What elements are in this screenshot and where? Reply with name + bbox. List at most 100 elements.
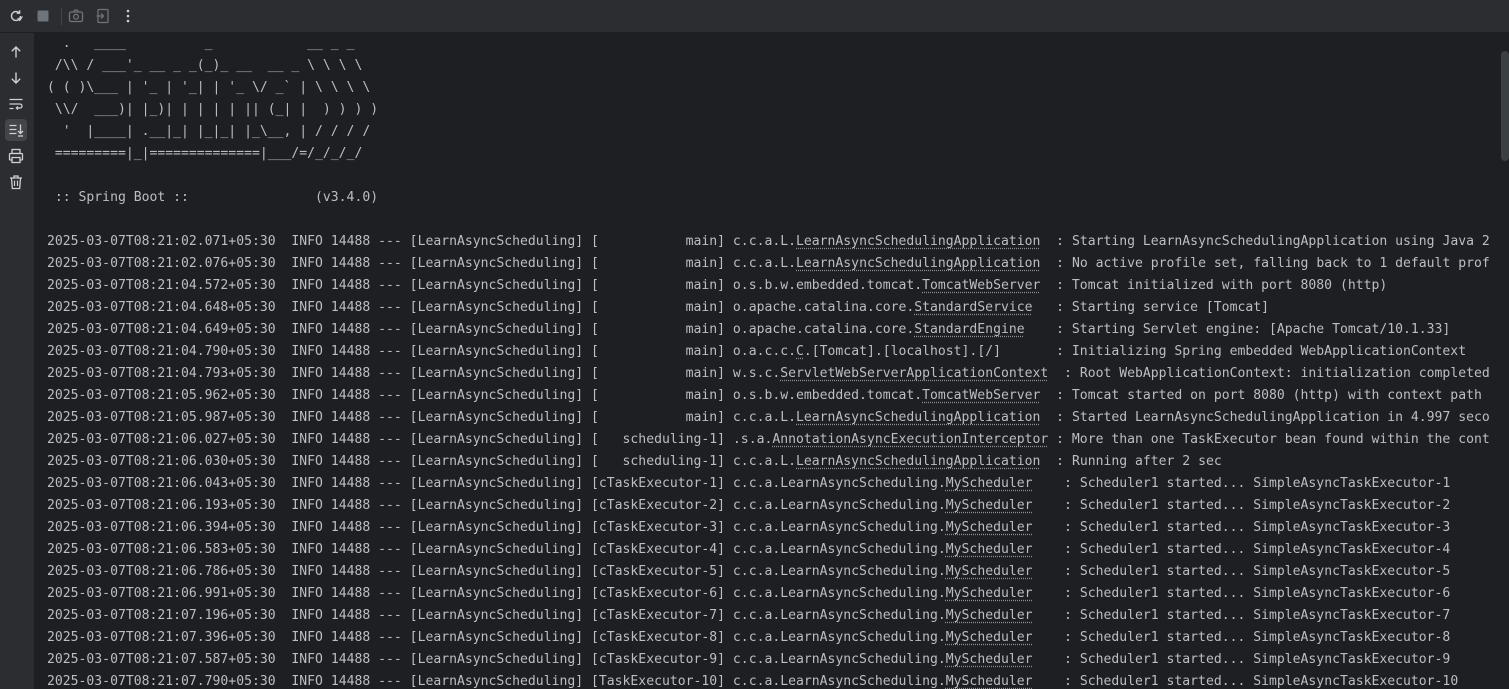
log-logger-class-link[interactable]: MyScheduler: [946, 608, 1033, 623]
log-logger-class-link[interactable]: MyScheduler: [946, 564, 1033, 579]
scroll-to-end-icon[interactable]: [5, 119, 27, 141]
toolbar-separator: [61, 8, 62, 25]
log-level: INFO: [283, 564, 323, 579]
log-message: Running after 2 sec: [1071, 454, 1222, 469]
log-pid: 14488: [330, 630, 371, 645]
log-timestamp: 2025-03-07T08:21:04.649+05:30: [47, 322, 276, 337]
trash-icon[interactable]: [5, 171, 27, 193]
log-logger-class-link[interactable]: MyScheduler: [946, 498, 1033, 513]
log-app-name: LearnAsyncScheduling: [417, 586, 576, 601]
log-level: INFO: [283, 630, 323, 645]
log-pid: 14488: [330, 542, 371, 557]
log-line: 2025-03-07T08:21:07.790+05:30 INFO 14488…: [47, 674, 1459, 689]
log-line: 2025-03-07T08:21:06.193+05:30 INFO 14488…: [47, 498, 1451, 513]
log-logger-class-link[interactable]: MyScheduler: [946, 520, 1033, 535]
log-logger-class-link[interactable]: MyScheduler: [946, 652, 1033, 667]
log-thread: cTaskExecutor-6: [598, 586, 718, 601]
log-timestamp: 2025-03-07T08:21:04.790+05:30: [47, 344, 276, 359]
log-timestamp: 2025-03-07T08:21:02.076+05:30: [47, 256, 276, 271]
log-logger-package: c.c.a.L.: [732, 410, 796, 425]
log-logger-class-link[interactable]: LearnAsyncSchedulingApplication: [796, 454, 1040, 469]
log-logger-suffix: .[Tomcat].[localhost].[/]: [803, 344, 1001, 359]
log-pid: 14488: [330, 410, 371, 425]
log-line: 2025-03-07T08:21:04.649+05:30 INFO 14488…: [47, 322, 1451, 337]
log-timestamp: 2025-03-07T08:21:06.193+05:30: [47, 498, 276, 513]
log-logger-class-link[interactable]: ServletWebServerApplicationContext: [780, 366, 1048, 381]
log-pid: 14488: [330, 520, 371, 535]
exit-icon[interactable]: [92, 5, 114, 27]
log-level: INFO: [283, 652, 323, 667]
log-message: Scheduler1 started... SimpleAsyncTaskExe…: [1079, 630, 1451, 645]
log-logger-class-link[interactable]: LearnAsyncSchedulingApplication: [796, 410, 1040, 425]
log-logger-class-link[interactable]: MyScheduler: [946, 542, 1033, 557]
log-logger-class-link[interactable]: TomcatWebServer: [922, 388, 1040, 403]
down-arrow-icon[interactable]: [5, 67, 27, 89]
log-logger-class-link[interactable]: MyScheduler: [946, 630, 1033, 645]
banner-line: /\\ / ___'_ __ _ _(_)_ __ __ _ \ \ \ \: [47, 58, 363, 73]
vertical-scrollbar[interactable]: [1501, 51, 1509, 161]
console-output[interactable]: . ____ _ __ _ _ /\\ / ___'_ __ _ _(_)_ _…: [35, 33, 1509, 689]
log-logger-class-link[interactable]: C: [796, 344, 804, 359]
log-logger-class-link[interactable]: MyScheduler: [946, 586, 1033, 601]
log-message: Scheduler1 started... SimpleAsyncTaskExe…: [1079, 564, 1451, 579]
log-line: 2025-03-07T08:21:04.572+05:30 INFO 14488…: [47, 278, 1388, 293]
log-logger-class-link[interactable]: LearnAsyncSchedulingApplication: [796, 256, 1040, 271]
log-timestamp: 2025-03-07T08:21:04.648+05:30: [47, 300, 276, 315]
log-pid: 14488: [330, 586, 371, 601]
log-app-name: LearnAsyncScheduling: [417, 234, 576, 249]
log-thread: cTaskExecutor-7: [598, 608, 718, 623]
up-arrow-icon[interactable]: [5, 41, 27, 63]
log-logger-class-link[interactable]: StandardEngine: [914, 322, 1024, 337]
log-logger-class-link[interactable]: AnnotationAsyncExecutionInterceptor: [772, 432, 1048, 447]
log-logger-package: c.c.a.L.: [732, 454, 796, 469]
log-logger-package: c.c.a.LearnAsyncScheduling.: [732, 542, 946, 557]
log-message: Tomcat started on port 8080 (http) with …: [1071, 388, 1482, 403]
log-thread: cTaskExecutor-2: [598, 498, 718, 513]
banner-line: =========|_|==============|___/=/_/_/_/: [47, 146, 363, 161]
log-line: 2025-03-07T08:21:05.987+05:30 INFO 14488…: [47, 410, 1490, 425]
log-message: Scheduler1 started... SimpleAsyncTaskExe…: [1079, 498, 1451, 513]
log-thread: main: [598, 256, 718, 271]
log-app-name: LearnAsyncScheduling: [417, 322, 576, 337]
log-app-name: LearnAsyncScheduling: [417, 476, 576, 491]
log-logger-package: c.c.a.LearnAsyncScheduling.: [732, 564, 946, 579]
log-timestamp: 2025-03-07T08:21:06.030+05:30: [47, 454, 276, 469]
more-icon[interactable]: [117, 5, 139, 27]
rerun-icon[interactable]: [5, 5, 27, 27]
log-level: INFO: [283, 300, 323, 315]
log-level: INFO: [283, 432, 323, 447]
log-timestamp: 2025-03-07T08:21:06.027+05:30: [47, 432, 276, 447]
log-message: Scheduler1 started... SimpleAsyncTaskExe…: [1079, 520, 1451, 535]
stop-icon[interactable]: [32, 5, 54, 27]
log-line: 2025-03-07T08:21:02.076+05:30 INFO 14488…: [47, 256, 1490, 271]
log-logger-class-link[interactable]: TomcatWebServer: [922, 278, 1040, 293]
log-level: INFO: [283, 410, 323, 425]
screenshot-icon[interactable]: [65, 5, 87, 27]
log-logger-class-link[interactable]: MyScheduler: [946, 476, 1033, 491]
log-app-name: LearnAsyncScheduling: [417, 432, 576, 447]
log-logger-package: c.c.a.LearnAsyncScheduling.: [732, 652, 946, 667]
soft-wrap-icon[interactable]: [5, 93, 27, 115]
log-thread: TaskExecutor-10: [598, 674, 718, 689]
banner-line: . ____ _ __ _ _: [47, 36, 355, 51]
log-logger-package: w.s.c.: [732, 366, 781, 381]
log-level: INFO: [283, 344, 323, 359]
log-logger-class-link[interactable]: MyScheduler: [946, 674, 1033, 689]
log-pid: 14488: [330, 432, 371, 447]
log-timestamp: 2025-03-07T08:21:07.196+05:30: [47, 608, 276, 623]
log-message: Initializing Spring embedded WebApplicat…: [1071, 344, 1467, 359]
log-logger-class-link[interactable]: StandardService: [914, 300, 1032, 315]
print-icon[interactable]: [5, 145, 27, 167]
log-pid: 14488: [330, 234, 371, 249]
log-logger-class-link[interactable]: LearnAsyncSchedulingApplication: [796, 234, 1040, 249]
log-level: INFO: [283, 256, 323, 271]
log-message: Scheduler1 started... SimpleAsyncTaskExe…: [1079, 476, 1451, 491]
log-line: 2025-03-07T08:21:07.196+05:30 INFO 14488…: [47, 608, 1451, 623]
log-logger-package: c.c.a.LearnAsyncScheduling.: [732, 608, 946, 623]
run-console-window: . ____ _ __ _ _ /\\ / ___'_ __ _ _(_)_ _…: [0, 0, 1509, 689]
log-thread: main: [598, 278, 718, 293]
log-message: Starting LearnAsyncSchedulingApplication…: [1071, 234, 1490, 249]
log-timestamp: 2025-03-07T08:21:06.043+05:30: [47, 476, 276, 491]
log-thread: scheduling-1: [598, 454, 718, 469]
log-app-name: LearnAsyncScheduling: [417, 498, 576, 513]
